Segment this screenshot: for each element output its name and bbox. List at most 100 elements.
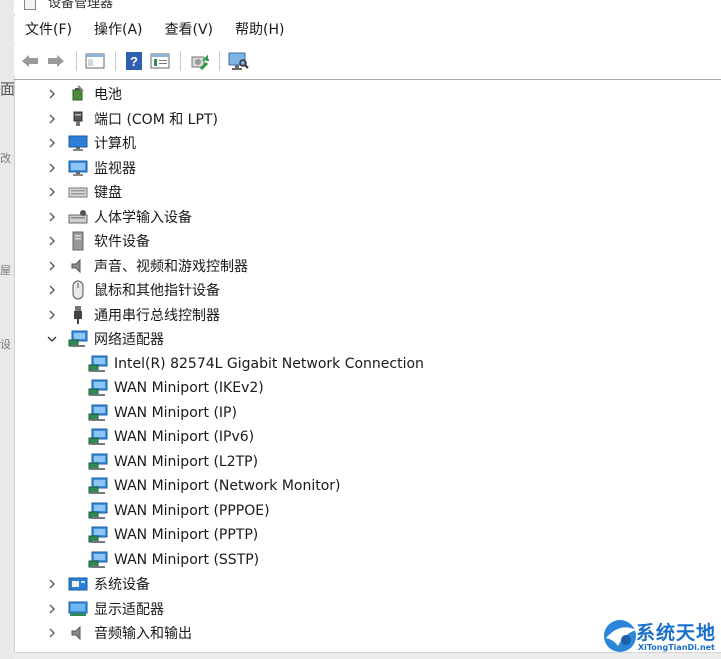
tree-category-mouse[interactable]: 鼠标和其他指针设备 xyxy=(46,278,220,302)
window-title: 设备管理器 xyxy=(48,0,114,11)
network-adapter-icon xyxy=(88,379,108,397)
scan-hardware-button[interactable] xyxy=(226,49,250,73)
update-driver-button[interactable] xyxy=(187,49,211,73)
tree-category-hid[interactable]: 人体学输入设备 xyxy=(46,205,192,229)
software-device-icon xyxy=(68,231,88,251)
expand-arrow-icon[interactable] xyxy=(46,88,58,100)
toolbar-separator xyxy=(180,50,181,71)
expand-arrow-icon[interactable] xyxy=(46,284,58,296)
network-adapter-item[interactable]: WAN Miniport (IKEv2) xyxy=(88,376,264,400)
svg-text:?: ? xyxy=(130,54,138,69)
hid-icon xyxy=(68,208,88,226)
expand-arrow-icon[interactable] xyxy=(46,113,58,125)
expand-arrow-icon[interactable] xyxy=(46,309,58,321)
tree-item-label: 电池 xyxy=(94,87,122,103)
tree-item-label: WAN Miniport (PPTP) xyxy=(114,527,259,543)
network-adapter-item[interactable]: WAN Miniport (IP) xyxy=(88,401,237,425)
mouse-icon xyxy=(68,280,88,300)
network-adapter-item[interactable]: Intel(R) 82574L Gigabit Network Connecti… xyxy=(88,352,424,376)
expand-arrow-icon[interactable] xyxy=(46,162,58,174)
tree-item-label: 通用串行总线控制器 xyxy=(94,307,220,324)
background-window-strip: 面 改 屋 设 xyxy=(0,0,15,659)
expand-arrow-icon[interactable] xyxy=(46,603,58,615)
tree-item-label: 网络适配器 xyxy=(94,332,164,348)
tree-category-audio[interactable]: 声音、视频和游戏控制器 xyxy=(46,254,248,278)
watermark-subtitle: XiTongTianDi.net xyxy=(638,643,715,652)
toolbar: ? xyxy=(14,45,721,76)
network-adapter-item[interactable]: WAN Miniport (PPPOE) xyxy=(88,499,270,523)
expand-arrow-icon[interactable] xyxy=(46,578,58,590)
network-adapter-item[interactable]: WAN Miniport (Network Monitor) xyxy=(88,474,341,498)
tree-category-port[interactable]: 端口 (COM 和 LPT) xyxy=(46,107,218,131)
tree-category-keyboard[interactable]: 键盘 xyxy=(46,180,122,204)
network-adapter-item[interactable]: WAN Miniport (L2TP) xyxy=(88,450,258,474)
expand-arrow-icon[interactable] xyxy=(46,235,58,247)
forward-icon xyxy=(48,54,64,67)
tree-item-label: WAN Miniport (PPPOE) xyxy=(114,502,270,519)
network-adapter-item[interactable]: WAN Miniport (SSTP) xyxy=(88,548,259,572)
menu-help[interactable]: 帮助(H) xyxy=(224,16,295,44)
tree-category-system-device[interactable]: 系统设备 xyxy=(46,572,150,596)
network-adapter-icon xyxy=(88,453,108,471)
tree-category-monitor[interactable]: 监视器 xyxy=(46,156,136,180)
toolbar-separator xyxy=(219,50,220,71)
tree-item-label: 计算机 xyxy=(94,136,136,152)
network-adapter-icon xyxy=(88,355,108,373)
tree-category-usb[interactable]: 通用串行总线控制器 xyxy=(46,303,220,327)
network-adapter-icon xyxy=(88,526,108,544)
tree-category-battery[interactable]: 电池 xyxy=(46,82,122,106)
tree-category-software-device[interactable]: 软件设备 xyxy=(46,229,150,253)
show-hide-console-tree-button[interactable] xyxy=(83,49,107,73)
network-adapter-icon xyxy=(88,502,108,520)
tree-item-label: 声音、视频和游戏控制器 xyxy=(94,258,248,275)
update-driver-icon xyxy=(191,54,209,70)
network-adapter-item[interactable]: WAN Miniport (PPTP) xyxy=(88,523,258,547)
expand-arrow-open-icon[interactable] xyxy=(46,333,58,345)
menu-view[interactable]: 查看(V) xyxy=(154,16,225,44)
tree-category-display-adapter[interactable]: 显示适配器 xyxy=(46,597,164,621)
expand-arrow-icon[interactable] xyxy=(46,211,58,223)
tree-item-label: WAN Miniport (IP) xyxy=(114,404,237,421)
watermark-logo-icon xyxy=(604,620,636,652)
network-adapter-icon xyxy=(88,428,108,446)
expand-arrow-icon[interactable] xyxy=(46,186,58,198)
tree-category-network[interactable]: 网络适配器 xyxy=(46,327,164,351)
properties-icon xyxy=(150,53,170,68)
computer-icon xyxy=(68,134,88,152)
tree-category-audio-io[interactable]: 音频输入和输出 xyxy=(46,621,192,645)
tree-item-label: 系统设备 xyxy=(94,577,150,593)
audio-icon xyxy=(68,257,88,275)
system-device-icon xyxy=(68,575,88,593)
battery-icon xyxy=(68,85,88,103)
tree-item-label: 鼠标和其他指针设备 xyxy=(94,283,220,299)
back-icon xyxy=(22,54,38,67)
back-button[interactable] xyxy=(18,49,42,73)
toolbar-separator xyxy=(76,50,77,71)
help-button[interactable]: ? xyxy=(122,49,146,73)
expand-arrow-icon[interactable] xyxy=(46,627,58,639)
toolbar-divider xyxy=(14,79,721,80)
tree-category-computer[interactable]: 计算机 xyxy=(46,131,136,155)
keyboard-icon xyxy=(68,183,88,201)
tree-item-label: WAN Miniport (Network Monitor) xyxy=(114,478,341,494)
tree-item-label: 监视器 xyxy=(94,160,136,177)
tree-item-label: 端口 (COM 和 LPT) xyxy=(94,111,218,128)
expand-arrow-icon[interactable] xyxy=(46,137,58,149)
tree-item-label: WAN Miniport (IKEv2) xyxy=(114,380,264,396)
port-icon xyxy=(68,110,88,128)
left-strip-fragment: 面 xyxy=(0,80,16,98)
network-adapter-item[interactable]: WAN Miniport (IPv6) xyxy=(88,425,254,449)
menu-bar: 文件(F) 操作(A) 查看(V) 帮助(H) xyxy=(14,16,721,44)
properties-button[interactable] xyxy=(148,49,172,73)
forward-button[interactable] xyxy=(44,49,68,73)
network-adapter-icon xyxy=(88,477,108,495)
tree-item-label: 人体学输入设备 xyxy=(94,209,192,226)
status-bar xyxy=(14,652,721,659)
expand-arrow-icon[interactable] xyxy=(46,260,58,272)
tree-item-label: WAN Miniport (SSTP) xyxy=(114,551,260,568)
menu-action[interactable]: 操作(A) xyxy=(83,16,154,44)
toolbar-separator xyxy=(115,50,116,71)
menu-file[interactable]: 文件(F) xyxy=(14,16,83,44)
scan-hardware-icon xyxy=(228,52,249,70)
left-strip-fragment: 改 xyxy=(0,152,11,165)
